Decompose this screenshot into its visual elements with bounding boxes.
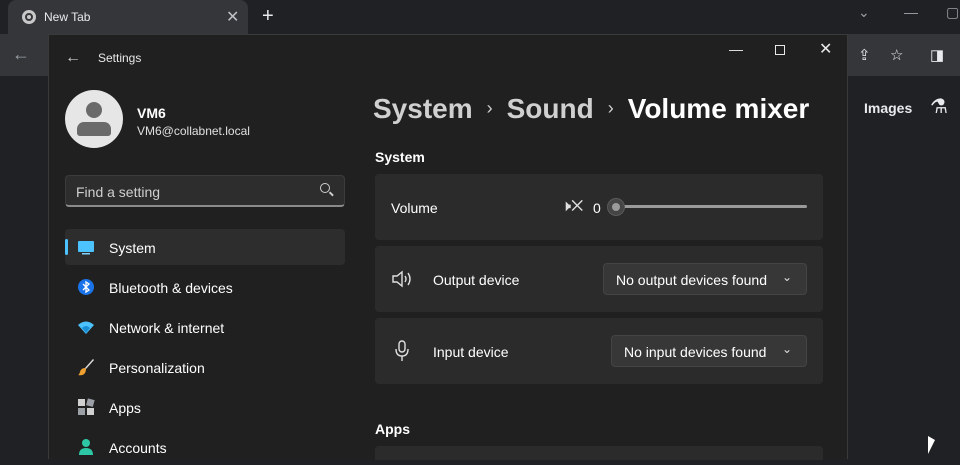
close-icon[interactable]: ✕ [819, 39, 832, 59]
search-icon [320, 183, 330, 193]
breadcrumb-system[interactable]: System [373, 93, 473, 124]
sidebar-item-label: Bluetooth & devices [109, 280, 233, 296]
new-tab-button[interactable]: + [262, 5, 274, 28]
avatar-head [86, 102, 102, 118]
browser-back-icon[interactable]: ← [12, 44, 30, 65]
user-name: VM6 [137, 105, 166, 121]
sidebar-item-personalization[interactable]: Personalization [65, 349, 345, 385]
volume-card: Volume 🕨✕ 0 [375, 174, 823, 240]
input-device-card: Input device No input devices found ⌄ [375, 318, 823, 384]
brush-icon [78, 359, 94, 376]
settings-window: ← Settings — ✕ VM6 VM6@collabnet.local F… [48, 34, 848, 460]
output-device-dropdown[interactable]: No output devices found ⌄ [603, 263, 807, 295]
search-input[interactable]: Find a setting [65, 175, 345, 207]
chevron-down-icon: ⌄ [782, 270, 793, 284]
sidebar-item-accounts[interactable]: Accounts [65, 429, 345, 465]
tab-close-icon[interactable]: ✕ [226, 7, 239, 27]
chrome-icon [22, 10, 36, 24]
browser-tab[interactable]: New Tab ✕ [8, 0, 248, 34]
chevron-right-icon: › [607, 98, 614, 118]
output-device-card: Output device No output devices found ⌄ [375, 246, 823, 312]
maximize-icon[interactable] [775, 45, 785, 55]
input-device-label: Input device [433, 344, 509, 360]
sidebar-item-label: Apps [109, 400, 141, 416]
avatar-body [77, 122, 111, 136]
system-icon [78, 241, 94, 255]
sidebar-item-bluetooth[interactable]: Bluetooth & devices [65, 269, 345, 305]
settings-back-icon[interactable]: ← [65, 49, 81, 67]
sidebar-item-label: System [109, 240, 156, 256]
browser-restore-icon[interactable]: ▢ [946, 4, 959, 21]
speaker-icon [392, 270, 411, 288]
bluetooth-icon [78, 279, 94, 295]
browser-tab-bar: New Tab ✕ + ⌄ — ▢ [0, 0, 960, 34]
user-email: VM6@collabnet.local [137, 124, 250, 138]
sidebar-item-apps[interactable]: Apps [65, 389, 345, 425]
sidebar-item-label: Network & internet [109, 320, 225, 336]
side-panel-icon[interactable]: ◨ [930, 46, 944, 64]
breadcrumb-sound[interactable]: Sound [507, 93, 594, 124]
output-device-label: Output device [433, 272, 520, 288]
chevron-right-icon: › [486, 98, 493, 118]
tab-title: New Tab [44, 10, 91, 24]
apps-icon [78, 398, 95, 415]
browser-minimize-icon[interactable]: — [904, 4, 918, 20]
sidebar-item-label: Accounts [109, 440, 167, 456]
star-icon[interactable]: ☆ [890, 46, 903, 64]
volume-slider-track[interactable] [615, 205, 807, 208]
wifi-icon [78, 321, 94, 334]
section-heading-system: System [375, 149, 425, 165]
output-device-value: No output devices found [616, 272, 767, 288]
settings-title: Settings [98, 51, 142, 65]
speaker-muted-icon[interactable]: 🕨✕ [561, 198, 583, 216]
section-heading-apps: Apps [375, 421, 410, 437]
search-placeholder: Find a setting [76, 184, 161, 200]
sidebar-item-network[interactable]: Network & internet [65, 309, 345, 345]
images-link[interactable]: Images [864, 100, 912, 116]
apps-card [375, 446, 823, 460]
input-device-value: No input devices found [624, 344, 767, 360]
volume-value: 0 [593, 200, 601, 216]
volume-slider-thumb[interactable] [607, 198, 625, 216]
labs-flask-icon[interactable]: ⚗ [930, 94, 948, 119]
minimize-icon[interactable]: — [729, 41, 743, 57]
sidebar-item-label: Personalization [109, 360, 205, 376]
active-indicator [65, 239, 68, 255]
chevron-down-icon: ⌄ [782, 342, 793, 356]
page-title: Volume mixer [627, 93, 810, 124]
microphone-icon [395, 340, 409, 361]
breadcrumb: System › Sound › Volume mixer [373, 93, 809, 125]
avatar[interactable] [65, 90, 123, 148]
chevron-down-icon[interactable]: ⌄ [858, 4, 870, 21]
input-device-dropdown[interactable]: No input devices found ⌄ [611, 335, 807, 367]
share-icon[interactable]: ⇪ [858, 46, 871, 64]
mouse-cursor-icon [928, 436, 935, 454]
accounts-icon [79, 439, 93, 455]
sidebar-item-system[interactable]: System [65, 229, 345, 265]
volume-label: Volume [391, 200, 438, 216]
